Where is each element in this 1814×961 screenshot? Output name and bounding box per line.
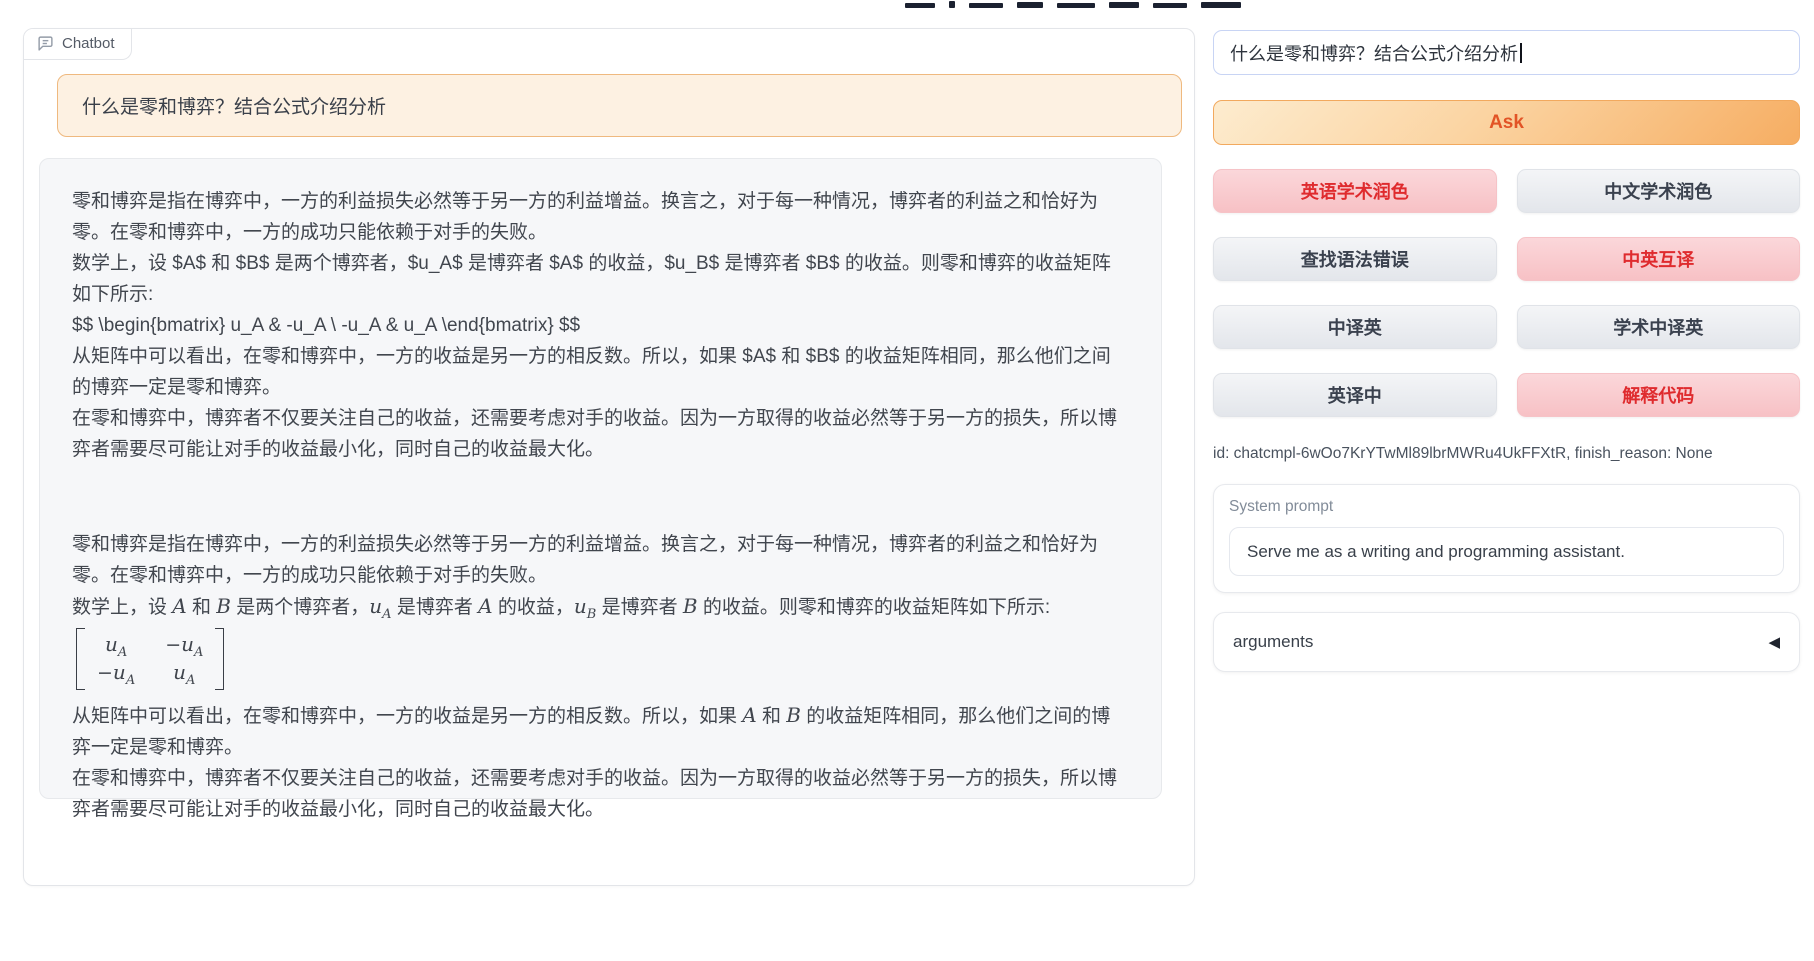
- quick-action-en-to-zh[interactable]: 英译中: [1213, 373, 1497, 417]
- response-status-line: id: chatcmpl-6wOo7KrYTwMl89lbrMWRu4UkFFX…: [1213, 445, 1800, 463]
- system-prompt-input[interactable]: Serve me as a writing and programming as…: [1229, 527, 1784, 576]
- payoff-matrix: uA −uA −uA uA: [76, 628, 224, 690]
- ask-button[interactable]: Ask: [1213, 100, 1800, 145]
- matrix-right-bracket: [215, 628, 224, 690]
- matrix-cell: uA: [173, 659, 195, 687]
- quick-action-academic-zh-to-en[interactable]: 学术中译英: [1517, 305, 1801, 349]
- arguments-accordion[interactable]: arguments ◀: [1213, 612, 1800, 672]
- bot-paragraph-with-math: 从矩阵中可以看出，在零和博弈中，一方的收益是另一方的相反数。所以，如果 A 和 …: [72, 700, 1129, 763]
- bot-paragraph: 零和博弈是指在博弈中，一方的利益损失必然等于另一方的利益增益。换言之，对于每一种…: [72, 186, 1129, 248]
- question-input[interactable]: 什么是零和博弈？结合公式介绍分析: [1213, 30, 1800, 75]
- control-column: 什么是零和博弈？结合公式介绍分析 Ask 英语学术润色 中文学术润色 查找语法错…: [1213, 30, 1800, 672]
- quick-action-grid: 英语学术润色 中文学术润色 查找语法错误 中英互译 中译英 学术中译英 英译中 …: [1213, 169, 1800, 417]
- bot-paragraph: 在零和博弈中，博弈者不仅要关注自己的收益，还需要考虑对手的收益。因为一方取得的收…: [72, 763, 1129, 825]
- bot-raw-formula: $$ \begin{bmatrix} u_A & -u_A \ -u_A & u…: [72, 310, 1129, 341]
- bot-paragraph: 从矩阵中可以看出，在零和博弈中，一方的收益是另一方的相反数。所以，如果 $A$ …: [72, 341, 1129, 403]
- bot-message-card: 零和博弈是指在博弈中，一方的利益损失必然等于另一方的利益增益。换言之，对于每一种…: [39, 158, 1162, 799]
- matrix-cell: uA: [105, 631, 127, 659]
- question-input-value: 什么是零和博弈？结合公式介绍分析: [1230, 40, 1518, 66]
- system-prompt-label: System prompt: [1229, 498, 1784, 516]
- bot-paragraph: 数学上，设 $A$ 和 $B$ 是两个博弈者，$u_A$ 是博弈者 $A$ 的收…: [72, 248, 1129, 310]
- user-message-text: 什么是零和博弈？结合公式介绍分析: [82, 92, 386, 119]
- bot-paragraph: 零和博弈是指在博弈中，一方的利益损失必然等于另一方的利益增益。换言之，对于每一种…: [72, 529, 1129, 591]
- bot-raw-markdown-block: 零和博弈是指在博弈中，一方的利益损失必然等于另一方的利益增益。换言之，对于每一种…: [72, 186, 1129, 465]
- chat-bubble-icon: [37, 35, 54, 52]
- system-prompt-card: System prompt Serve me as a writing and …: [1213, 484, 1800, 593]
- matrix-left-bracket: [76, 628, 85, 690]
- chatbot-label-text: Chatbot: [62, 35, 115, 52]
- quick-action-find-grammar-errors[interactable]: 查找语法错误: [1213, 237, 1497, 281]
- matrix-cell: −uA: [165, 631, 203, 659]
- chatbot-panel: Chatbot 什么是零和博弈？结合公式介绍分析 零和博弈是指在博弈中，一方的利…: [23, 28, 1195, 886]
- quick-action-english-polish[interactable]: 英语学术润色: [1213, 169, 1497, 213]
- quick-action-zh-en-mutual-translate[interactable]: 中英互译: [1517, 237, 1801, 281]
- bot-paragraph: 在零和博弈中，博弈者不仅要关注自己的收益，还需要考虑对手的收益。因为一方取得的收…: [72, 403, 1129, 465]
- user-message-bubble: 什么是零和博弈？结合公式介绍分析: [57, 74, 1182, 137]
- bot-rendered-markdown-block: 零和博弈是指在博弈中，一方的利益损失必然等于另一方的利益增益。换言之，对于每一种…: [72, 529, 1129, 825]
- text-caret: [1520, 43, 1522, 63]
- quick-action-zh-to-en[interactable]: 中译英: [1213, 305, 1497, 349]
- arguments-accordion-label: arguments: [1233, 632, 1313, 652]
- clipped-page-title: [905, 0, 1285, 8]
- bot-paragraph-with-math: 数学上，设 A 和 B 是两个博弈者，uA 是博弈者 A 的收益，uB 是博弈者…: [72, 591, 1129, 623]
- chatbot-label: Chatbot: [24, 29, 132, 60]
- collapsed-triangle-icon: ◀: [1768, 633, 1780, 651]
- quick-action-chinese-polish[interactable]: 中文学术润色: [1517, 169, 1801, 213]
- quick-action-explain-code[interactable]: 解释代码: [1517, 373, 1801, 417]
- matrix-cell: −uA: [97, 659, 135, 687]
